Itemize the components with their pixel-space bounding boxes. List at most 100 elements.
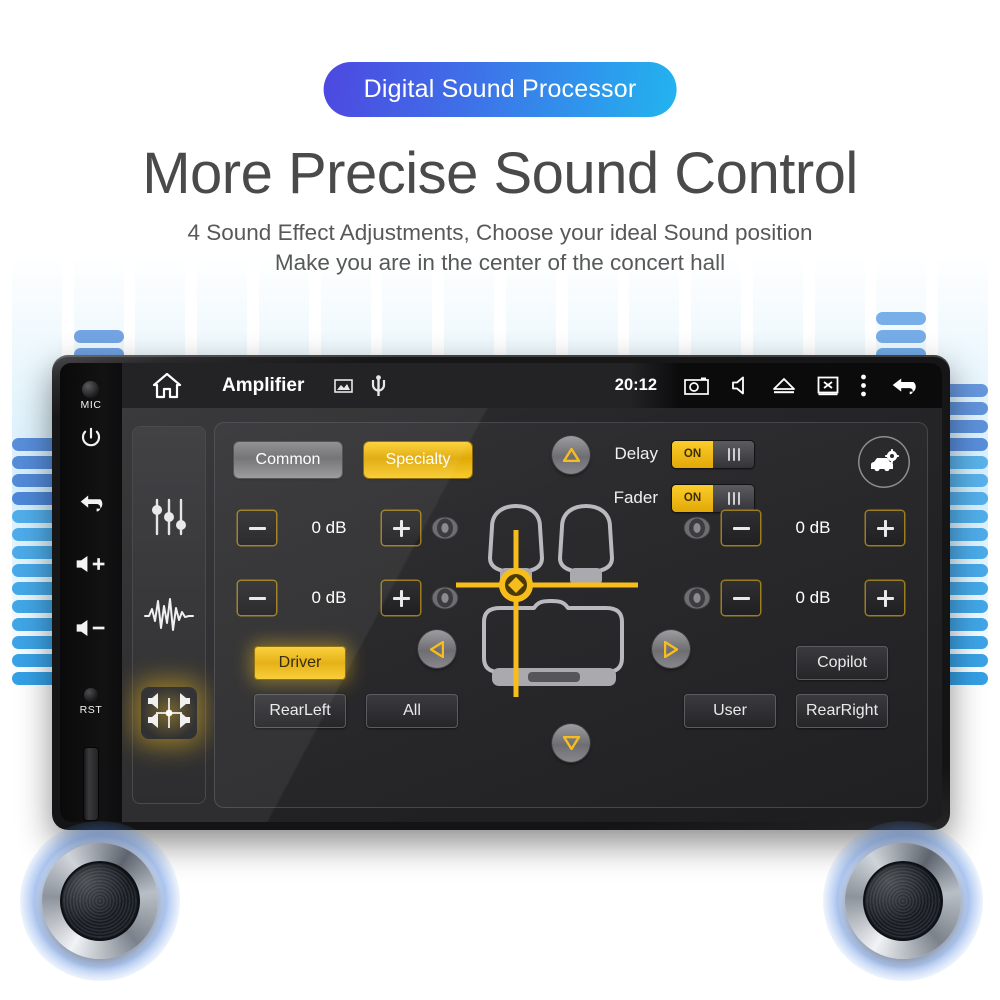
rear-left-plus-button[interactable] bbox=[382, 581, 420, 615]
mute-button[interactable] bbox=[730, 375, 751, 396]
mic-icon bbox=[82, 381, 99, 398]
seat-position-diagram[interactable] bbox=[418, 436, 690, 762]
level-row-front-left: 0 dB bbox=[238, 510, 460, 546]
sidebar-item-equalizer[interactable] bbox=[141, 491, 197, 543]
waveform-icon bbox=[144, 598, 194, 631]
volume-down-button[interactable] bbox=[60, 617, 122, 644]
usb-glyph bbox=[372, 374, 386, 396]
rear-left-value: 0 dB bbox=[311, 588, 347, 607]
up-arrow-icon bbox=[562, 448, 580, 462]
delay-toggle-state: ON bbox=[672, 440, 713, 468]
app-title: Amplifier bbox=[222, 374, 305, 396]
front-left-minus-button[interactable] bbox=[238, 511, 276, 545]
front-right-minus-button[interactable] bbox=[722, 511, 760, 545]
eject-icon bbox=[773, 378, 795, 394]
speaker-icon bbox=[683, 516, 711, 540]
preset-button-copilot[interactable]: Copilot bbox=[796, 646, 888, 680]
badge-digital-sound-processor: Digital Sound Processor bbox=[323, 62, 677, 117]
back-hardware-button[interactable] bbox=[60, 491, 122, 520]
front-left-value: 0 dB bbox=[311, 518, 347, 537]
right-speaker bbox=[823, 821, 983, 981]
reset-label: RST bbox=[79, 704, 103, 716]
delay-toggle-knob bbox=[713, 440, 754, 468]
switch-row-delay: Delay ON bbox=[574, 434, 804, 474]
back-button[interactable] bbox=[888, 374, 922, 398]
eject-button[interactable] bbox=[772, 376, 796, 395]
sidebar-rail bbox=[132, 426, 206, 804]
level-row-rear-left: 0 dB bbox=[238, 580, 460, 616]
fader-toggle-knob bbox=[713, 484, 754, 512]
move-right-button[interactable] bbox=[652, 630, 690, 668]
rear-right-minus-button[interactable] bbox=[722, 581, 760, 615]
home-icon bbox=[152, 372, 182, 399]
eq-segment bbox=[876, 312, 927, 325]
preset-button-rearright[interactable]: RearRight bbox=[796, 694, 888, 728]
reset-button[interactable] bbox=[84, 688, 98, 702]
delay-toggle[interactable]: ON bbox=[672, 440, 754, 468]
rear-right-value: 0 dB bbox=[795, 588, 831, 607]
volume-up-button[interactable] bbox=[60, 553, 122, 580]
preset-button-rearleft[interactable]: RearLeft bbox=[254, 694, 346, 728]
volume-down-icon bbox=[76, 619, 105, 637]
more-icon bbox=[861, 374, 866, 397]
left-arrow-icon bbox=[430, 640, 444, 658]
volume-up-icon bbox=[76, 555, 105, 573]
back-icon bbox=[80, 495, 103, 512]
move-left-button[interactable] bbox=[418, 630, 456, 668]
preset-button-all[interactable]: All bbox=[366, 694, 458, 728]
clock: 20:12 bbox=[614, 376, 657, 394]
preset-button-user[interactable]: User bbox=[684, 694, 776, 728]
eq-segment bbox=[73, 330, 124, 343]
car-seats-graphic bbox=[456, 504, 638, 697]
hardware-key-bezel: MIC RST bbox=[60, 363, 122, 822]
picture-glyph bbox=[334, 378, 354, 393]
status-bar: Amplifier 20:12 bbox=[122, 363, 942, 408]
front-left-plus-button[interactable] bbox=[382, 511, 420, 545]
subtitle-line-2: Make you are in the center of the concer… bbox=[274, 250, 726, 275]
move-down-button[interactable] bbox=[552, 724, 590, 762]
power-button[interactable] bbox=[60, 425, 122, 456]
car-settings-button[interactable] bbox=[858, 436, 910, 488]
camera-button[interactable] bbox=[684, 376, 709, 395]
move-up-button[interactable] bbox=[552, 436, 590, 474]
balance-icon bbox=[148, 693, 190, 728]
touch-screen: Amplifier 20:12 Common Specialty Delay O… bbox=[122, 363, 942, 822]
mode-button-common[interactable]: Common bbox=[234, 442, 342, 478]
camera-icon bbox=[684, 377, 709, 395]
screen-off-button[interactable] bbox=[817, 375, 839, 397]
amplifier-panel: Common Specialty Delay ON Fader ON 0 dB … bbox=[214, 422, 928, 808]
car-head-unit: MIC RST Amplifier 20:12 Common Specialty… bbox=[52, 355, 950, 830]
page-title: More Precise Sound Control bbox=[142, 141, 858, 206]
eq-segment bbox=[876, 330, 927, 343]
rear-right-plus-button[interactable] bbox=[866, 581, 904, 615]
down-arrow-icon bbox=[562, 736, 580, 750]
mic-label: MIC bbox=[80, 399, 102, 411]
left-speaker bbox=[20, 821, 180, 981]
front-right-value: 0 dB bbox=[795, 518, 831, 537]
right-arrow-icon bbox=[664, 640, 678, 658]
level-row-rear-right: 0 dB bbox=[682, 580, 904, 616]
usb-icon bbox=[371, 374, 386, 397]
power-icon bbox=[81, 427, 101, 447]
speaker-icon bbox=[683, 586, 711, 610]
screen-off-icon bbox=[817, 376, 839, 395]
more-options-button[interactable] bbox=[860, 374, 867, 397]
level-row-front-right: 0 dB bbox=[682, 510, 904, 546]
sidebar-item-waveform[interactable] bbox=[141, 589, 197, 641]
picture-icon bbox=[334, 378, 354, 394]
subtitle-line-1: 4 Sound Effect Adjustments, Choose your … bbox=[187, 220, 813, 245]
front-right-plus-button[interactable] bbox=[866, 511, 904, 545]
speaker-cone bbox=[60, 861, 140, 941]
amplifier-screen-content: Common Specialty Delay ON Fader ON 0 dB … bbox=[122, 408, 942, 822]
speaker-cone bbox=[863, 861, 943, 941]
preset-button-driver[interactable]: Driver bbox=[254, 646, 346, 680]
head-unit-inner-frame: MIC RST Amplifier 20:12 Common Specialty… bbox=[60, 363, 942, 822]
sidebar-item-balance[interactable] bbox=[141, 687, 197, 739]
mode-button-group: Common Specialty bbox=[234, 442, 472, 478]
home-button[interactable] bbox=[152, 372, 182, 399]
equalizer-icon bbox=[152, 498, 186, 536]
rear-left-minus-button[interactable] bbox=[238, 581, 276, 615]
mute-icon bbox=[732, 376, 744, 395]
card-slot bbox=[84, 748, 98, 820]
back-icon bbox=[892, 377, 916, 394]
